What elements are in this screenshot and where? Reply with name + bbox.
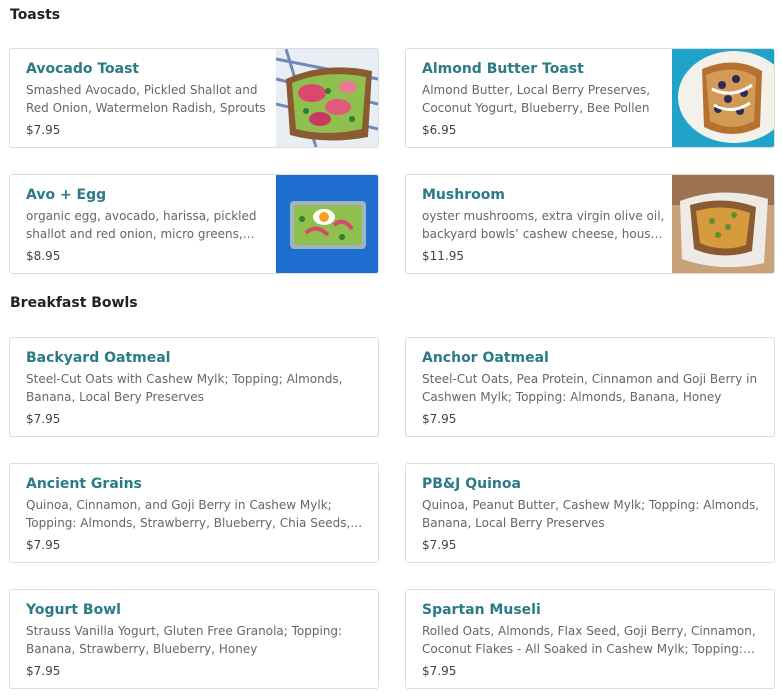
item-price: $7.95 bbox=[26, 664, 61, 678]
item-price: $8.95 bbox=[26, 249, 61, 263]
item-price: $6.95 bbox=[422, 123, 457, 137]
item-name: Anchor Oatmeal bbox=[422, 350, 549, 366]
item-description: Rolled Oats, Almonds, Flax Seed, Goji Be… bbox=[422, 624, 756, 656]
item-name: Yogurt Bowl bbox=[26, 602, 121, 618]
menu-item-almond-butter-toast[interactable]: Almond Butter Toast Almond Butter, Local… bbox=[405, 48, 775, 148]
item-description: organic egg, avocado, harissa, pickled s… bbox=[26, 209, 257, 241]
almond-butter-toast-photo bbox=[672, 49, 774, 147]
item-name: Almond Butter Toast bbox=[422, 61, 584, 77]
section-title-breakfast-bowls: Breakfast Bowls bbox=[10, 295, 138, 311]
item-price: $7.95 bbox=[422, 412, 457, 426]
item-name: PB&J Quinoa bbox=[422, 476, 521, 492]
item-description: Steel-Cut Oats with Cashew Mylk; Topping… bbox=[26, 372, 343, 404]
item-price: $7.95 bbox=[26, 123, 61, 137]
item-price: $7.95 bbox=[422, 664, 457, 678]
menu-item-mushroom[interactable]: Mushroom oyster mushrooms, extra virgin … bbox=[405, 174, 775, 274]
item-description: Strauss Vanilla Yogurt, Gluten Free Gran… bbox=[26, 624, 343, 656]
item-price: $7.95 bbox=[422, 538, 457, 552]
item-price: $7.95 bbox=[26, 538, 61, 552]
item-name: Ancient Grains bbox=[26, 476, 142, 492]
item-name: Avo + Egg bbox=[26, 187, 107, 203]
avocado-toast-photo bbox=[276, 49, 378, 147]
menu-item-pbj-quinoa[interactable]: PB&J Quinoa Quinoa, Peanut Butter, Cashe… bbox=[405, 463, 775, 563]
item-name: Avocado Toast bbox=[26, 61, 140, 77]
menu-item-spartan-museli[interactable]: Spartan Museli Rolled Oats, Almonds, Fla… bbox=[405, 589, 775, 689]
item-price: $11.95 bbox=[422, 249, 464, 263]
section-title-toasts: Toasts bbox=[10, 7, 61, 23]
item-price: $7.95 bbox=[26, 412, 61, 426]
menu-item-avo-egg[interactable]: Avo + Egg organic egg, avocado, harissa,… bbox=[9, 174, 379, 274]
item-description: oyster mushrooms, extra virgin olive oil… bbox=[422, 209, 665, 241]
item-description: Quinoa, Peanut Butter, Cashew Mylk; Topp… bbox=[422, 498, 760, 530]
item-description: Almond Butter, Local Berry Preserves, Co… bbox=[422, 83, 651, 115]
item-description: Quinoa, Cinnamon, and Goji Berry in Cash… bbox=[26, 498, 351, 530]
menu-item-yogurt-bowl[interactable]: Yogurt Bowl Strauss Vanilla Yogurt, Glut… bbox=[9, 589, 379, 689]
item-name: Mushroom bbox=[422, 187, 505, 203]
item-name: Spartan Museli bbox=[422, 602, 541, 618]
item-description: Smashed Avocado, Pickled Shallot and Red… bbox=[26, 83, 266, 115]
menu-item-avocado-toast[interactable]: Avocado Toast Smashed Avocado, Pickled S… bbox=[9, 48, 379, 148]
menu-item-anchor-oatmeal[interactable]: Anchor Oatmeal Steel-Cut Oats, Pea Prote… bbox=[405, 337, 775, 437]
avo-egg-photo bbox=[276, 175, 378, 273]
menu-item-backyard-oatmeal[interactable]: Backyard Oatmeal Steel-Cut Oats with Cas… bbox=[9, 337, 379, 437]
item-name: Backyard Oatmeal bbox=[26, 350, 171, 366]
item-description: Steel-Cut Oats, Pea Protein, Cinnamon an… bbox=[422, 372, 758, 404]
menu-item-ancient-grains[interactable]: Ancient Grains Quinoa, Cinnamon, and Goj… bbox=[9, 463, 379, 563]
mushroom-toast-photo bbox=[672, 175, 774, 273]
